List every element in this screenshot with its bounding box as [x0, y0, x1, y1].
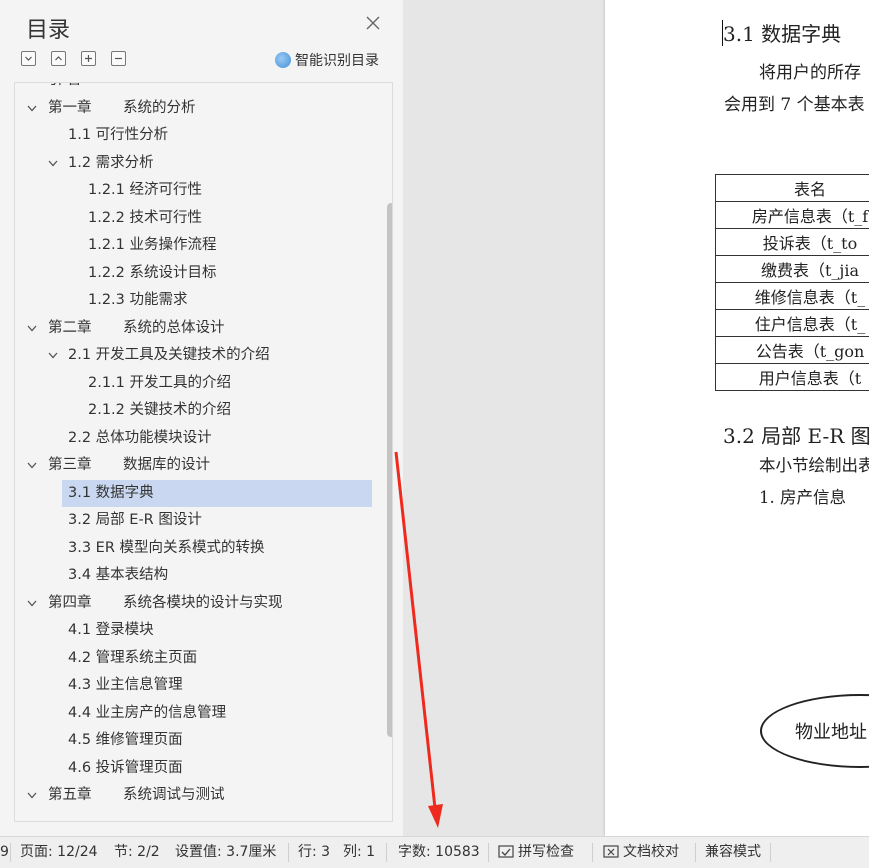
toc-item[interactable]: 4.3 业主信息管理 — [15, 672, 372, 699]
document-area: 3.1 数据字典 将用户的所存 会用到 7 个基本表 表名房产信息表（t_f投诉… — [403, 0, 869, 836]
toc-item[interactable]: 1.2 需求分析 — [15, 150, 372, 177]
toc-item-label: 1.2.1 经济可行性 — [88, 182, 202, 198]
toc-item[interactable]: 2.1.1 开发工具的介绍 — [15, 370, 372, 397]
collapse-level-button[interactable] — [21, 51, 36, 66]
toc-item[interactable]: 1.2.3 功能需求 — [15, 287, 372, 314]
toc-item[interactable]: 4.4 业主房产的信息管理 — [15, 700, 372, 727]
toc-item[interactable]: 1.1 可行性分析 — [15, 122, 372, 149]
toc-item[interactable]: 第五章系统调试与测试 — [15, 782, 372, 809]
smart-recognize-icon — [275, 52, 291, 68]
toc-item-label: 4.5 维修管理页面 — [68, 732, 183, 748]
chevron-down-icon[interactable] — [48, 352, 58, 359]
toc-item[interactable]: 4.5 维修管理页面 — [15, 727, 372, 754]
toc-item-label: 1.2 需求分析 — [68, 155, 154, 171]
toc-item-label: 系统各模块的设计与实现 — [123, 595, 283, 611]
toc-pane: 目录 智能识别目录 引 言第一章系统的分析 1.1 可行性分析 1.2 需求分析 1.… — [0, 0, 403, 836]
compat-mode-indicator[interactable]: 兼容模式 — [705, 837, 761, 868]
toc-item-label: 系统的总体设计 — [123, 320, 225, 336]
toc-chapter-number: 第二章 — [48, 315, 123, 342]
toc-item-label: 2.1.1 开发工具的介绍 — [88, 375, 231, 391]
spell-check-icon — [498, 845, 514, 859]
doc-proofread-label: 文档校对 — [623, 844, 679, 860]
chevron-down-icon[interactable] — [27, 105, 37, 112]
status-page[interactable]: 页面: 12/24 — [20, 837, 98, 868]
status-partial: 9 — [0, 837, 9, 868]
toc-item-label: 1.2.2 技术可行性 — [88, 210, 202, 226]
toc-chapter-number: 第四章 — [48, 590, 123, 617]
toc-item-label: 2.2 总体功能模块设计 — [68, 430, 212, 446]
doc-proofread-button[interactable]: 文档校对 — [603, 837, 679, 868]
spell-check-label: 拼写检查 — [518, 844, 574, 860]
status-column: 列: 1 — [343, 837, 375, 868]
toc-title: 目录 — [26, 12, 70, 44]
toc-item-label: 4.2 管理系统主页面 — [68, 650, 197, 666]
toc-item-label: 2.1.2 关键技术的介绍 — [88, 402, 231, 418]
status-section[interactable]: 节: 2/2 — [114, 837, 160, 868]
toc-item-label: 2.1 开发工具及关键技术的介绍 — [68, 347, 270, 363]
status-setting-value[interactable]: 设置值: 3.7厘米 — [175, 837, 276, 868]
toc-item-label: 数据库的设计 — [123, 457, 210, 473]
toc-item-label: 4.4 业主房产的信息管理 — [68, 705, 226, 721]
doc-proofread-icon — [603, 845, 619, 859]
toc-item[interactable]: 1.2.2 技术可行性 — [15, 205, 372, 232]
toc-item-selected[interactable]: 3.1 数据字典 — [62, 480, 372, 507]
toc-item[interactable]: 第二章系统的总体设计 — [15, 315, 372, 342]
toc-item[interactable]: 3.2 局部 E-R 图设计 — [15, 507, 372, 534]
chevron-down-icon[interactable] — [27, 792, 37, 799]
status-bar: 9 页面: 12/24 节: 2/2 设置值: 3.7厘米 行: 3 列: 1 … — [0, 836, 869, 868]
toc-item-label: 3.3 ER 模型向关系模式的转换 — [68, 540, 265, 556]
toc-item[interactable]: 3.3 ER 模型向关系模式的转换 — [15, 535, 372, 562]
toc-item-label: 引 言 — [48, 82, 82, 88]
toc-chapter-number: 第三章 — [48, 452, 123, 479]
toc-item-label: 4.1 登录模块 — [68, 622, 154, 638]
toc-item-label: 1.2.1 业务操作流程 — [88, 237, 217, 253]
toc-item-label: 1.1 可行性分析 — [68, 127, 168, 143]
chevron-down-icon[interactable] — [48, 160, 58, 167]
toc-item[interactable]: 4.1 登录模块 — [15, 617, 372, 644]
toc-item[interactable]: 2.1.2 关键技术的介绍 — [15, 397, 372, 424]
remove-heading-button[interactable] — [111, 51, 126, 66]
toc-item[interactable]: 第三章数据库的设计 — [15, 452, 372, 479]
toc-list: 引 言第一章系统的分析 1.1 可行性分析 1.2 需求分析 1.2.1 经济可行性 1… — [14, 82, 393, 822]
toc-chapter-number: 第一章 — [48, 95, 123, 122]
toc-item[interactable]: 4.6 投诉管理页面 — [15, 755, 372, 782]
spell-check-button[interactable]: 拼写检查 — [498, 837, 574, 868]
toc-item[interactable]: 1.2.1 经济可行性 — [15, 177, 372, 204]
toc-item-label: 1.2.3 功能需求 — [88, 292, 188, 308]
toc-item-label: 1.2.2 系统设计目标 — [88, 265, 217, 281]
toc-item[interactable]: 引 言 — [15, 82, 372, 94]
toc-chapter-number: 第五章 — [48, 782, 123, 809]
chevron-down-icon[interactable] — [27, 462, 37, 469]
close-icon[interactable] — [364, 14, 382, 32]
toc-scrollbar[interactable] — [387, 203, 393, 737]
chevron-down-icon[interactable] — [27, 600, 37, 607]
toc-item[interactable]: 1.2.2 系统设计目标 — [15, 260, 372, 287]
toc-item-label: 系统的分析 — [123, 100, 196, 116]
status-word-count[interactable]: 字数: 10583 — [398, 837, 480, 868]
chevron-down-icon[interactable] — [27, 325, 37, 332]
add-heading-button[interactable] — [81, 51, 96, 66]
toc-item-label: 4.3 业主信息管理 — [68, 677, 183, 693]
toc-item-label: 3.2 局部 E-R 图设计 — [68, 512, 202, 528]
smart-toc-button[interactable]: 智能识别目录 — [275, 50, 379, 70]
toc-item-label: 3.4 基本表结构 — [68, 567, 168, 583]
toc-item[interactable]: 2.1 开发工具及关键技术的介绍 — [15, 342, 372, 369]
toc-item[interactable]: 第四章系统各模块的设计与实现 — [15, 590, 372, 617]
toc-item[interactable]: 4.2 管理系统主页面 — [15, 645, 372, 672]
toc-item-label: 3.1 数据字典 — [68, 485, 154, 501]
toc-item[interactable]: 第一章系统的分析 — [15, 95, 372, 122]
toc-item[interactable]: 1.2.1 业务操作流程 — [15, 232, 372, 259]
expand-level-button[interactable] — [51, 51, 66, 66]
toc-item-label: 系统调试与测试 — [123, 787, 225, 803]
status-row: 行: 3 — [298, 837, 330, 868]
toc-item[interactable]: 2.2 总体功能模块设计 — [15, 425, 372, 452]
toc-item-label: 4.6 投诉管理页面 — [68, 760, 183, 776]
document-page[interactable]: 3.1 数据字典 将用户的所存 会用到 7 个基本表 表名房产信息表（t_f投诉… — [605, 0, 869, 836]
er-attribute-label: 物业地址 — [795, 718, 867, 744]
toc-item[interactable]: 3.4 基本表结构 — [15, 562, 372, 589]
smart-toc-label: 智能识别目录 — [295, 50, 379, 70]
